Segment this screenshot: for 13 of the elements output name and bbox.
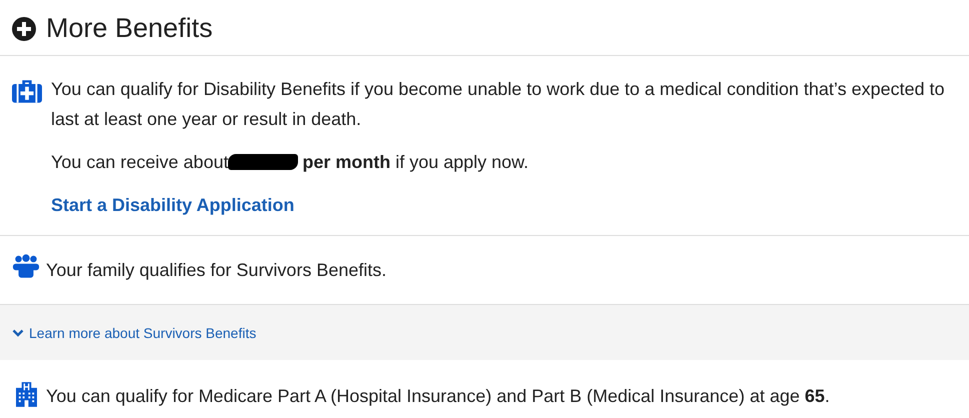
- add-icon: [12, 16, 36, 40]
- medical-kit-icon: [12, 77, 42, 104]
- section-title: More Benefits: [46, 13, 213, 44]
- hospital-icon: [16, 382, 37, 407]
- estimate-text: You can receive about: [51, 151, 228, 174]
- survivors-text: Your family qualifies for Survivors Benefits.: [46, 259, 386, 282]
- learn-more-toggle[interactable]: Learn more about Survivors Benefits: [12, 324, 256, 340]
- group-icon: [12, 254, 40, 278]
- chevron-icon: [12, 328, 24, 336]
- medicare-text: You can qualify for Medicare Part A (Hospital Insurance) and Part B (Medical Insurance) at age 65.: [46, 385, 830, 408]
- disability-description: You can qualify for Disability Benefits if you become unable to work due to a medical condition that’s expected to last at least one year or result in death.: [51, 78, 946, 131]
- estimate-text: per month if you apply now.: [302, 151, 529, 174]
- start-application-link[interactable]: Start a Disability Application: [51, 193, 294, 217]
